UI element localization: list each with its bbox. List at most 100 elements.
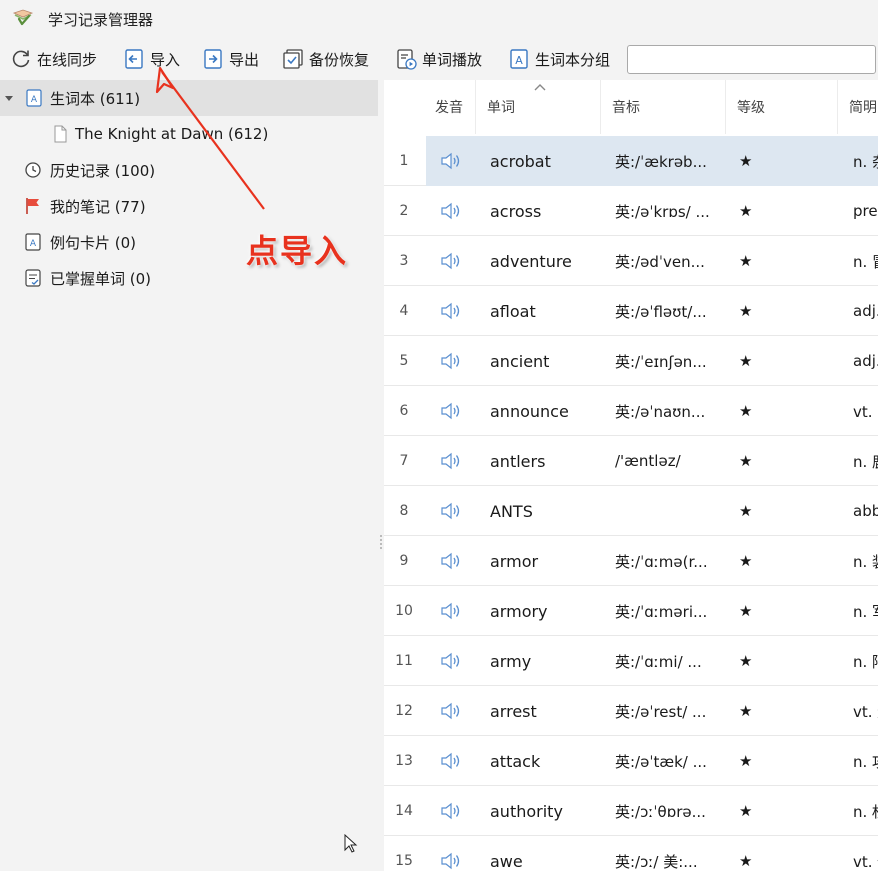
tree-item-knight-at-dawn[interactable]: The Knight at Dawn (612) [0, 116, 378, 152]
speaker-icon[interactable] [440, 551, 462, 571]
app-logo-icon [12, 9, 34, 26]
level-cell: ★ [739, 202, 753, 220]
sync-label: 在线同步 [37, 50, 98, 69]
row-number: 5 [399, 353, 409, 369]
pronounce-button[interactable] [426, 786, 476, 836]
speaker-icon[interactable] [440, 301, 462, 321]
table-row[interactable]: 11 army 英:/ˈɑːmi/ ... ★ n. 陆 [384, 636, 878, 686]
toolbar: 在线同步 导入 导出 备份恢复 单词播放 A 生词本分组 [0, 40, 878, 78]
phonetic-cell: 英:/əˈfləʊt/... [615, 302, 707, 321]
level-cell: ★ [739, 702, 753, 720]
table-row[interactable]: 12 arrest 英:/əˈrest/ ... ★ vt. 逮 [384, 686, 878, 736]
row-number: 9 [399, 553, 409, 569]
meaning-cell: adj. [853, 302, 878, 320]
pronounce-button[interactable] [426, 436, 476, 486]
expand-triangle-icon[interactable] [4, 93, 14, 103]
export-button[interactable]: 导出 [200, 44, 261, 74]
table-row[interactable]: 15 awe 英:/ɔː/ 美:... ★ vt. 使 [384, 836, 878, 871]
import-button[interactable]: 导入 [121, 44, 182, 74]
app-window: 学习记录管理器 在线同步 导入 导出 备份恢复 单词播放 A 生词本分组 A 生… [0, 0, 878, 871]
speaker-icon[interactable] [440, 751, 462, 771]
wordbook-group-button[interactable]: A 生词本分组 [506, 44, 612, 74]
sync-button[interactable]: 在线同步 [8, 44, 99, 74]
level-cell: ★ [739, 302, 753, 320]
speaker-icon[interactable] [440, 801, 462, 821]
backup-restore-button[interactable]: 备份恢复 [280, 44, 371, 74]
table-row[interactable]: 9 armor 英:/ˈɑːmə(r... ★ n. 装 [384, 536, 878, 586]
table-row[interactable]: 6 announce 英:/əˈnaʊn... ★ vt. 宣 [384, 386, 878, 436]
col-header-level[interactable]: 等级 [726, 80, 838, 134]
table-row[interactable]: 8 ANTS ★ abbr [384, 486, 878, 536]
table-header: 发音 单词 音标 等级 简明 [384, 80, 878, 134]
row-number: 12 [395, 703, 413, 719]
pronounce-button[interactable] [426, 286, 476, 336]
row-number: 7 [399, 453, 409, 469]
tree-item-label: 历史记录 (100) [50, 161, 156, 180]
speaker-icon[interactable] [440, 351, 462, 371]
meaning-cell: vt. 逮 [853, 702, 878, 721]
phonetic-cell [615, 486, 725, 536]
meaning-cell: n. 杂 [853, 152, 878, 171]
speaker-icon[interactable] [440, 151, 462, 171]
table-row[interactable]: 2 across 英:/əˈkrɒs/ ... ★ prep [384, 186, 878, 236]
annotation-label: 点导入 [246, 232, 349, 270]
speaker-icon[interactable] [440, 201, 462, 221]
level-cell: ★ [739, 752, 753, 770]
col-header-pronounce[interactable]: 发音 [426, 80, 476, 134]
pronounce-button[interactable] [426, 586, 476, 636]
pronounce-button[interactable] [426, 136, 476, 186]
tree-item-notes[interactable]: 我的笔记 (77) [0, 188, 378, 224]
phonetic-cell: 英:/ˈeɪnʃən... [615, 352, 707, 371]
speaker-icon[interactable] [440, 701, 462, 721]
speaker-icon[interactable] [440, 401, 462, 421]
group-label: 生词本分组 [535, 50, 611, 69]
col-header-meaning[interactable]: 简明 [838, 80, 878, 134]
clock-icon [25, 162, 41, 178]
tree-item-history[interactable]: 历史记录 (100) [0, 152, 378, 188]
pronounce-button[interactable] [426, 236, 476, 286]
speaker-icon[interactable] [440, 501, 462, 521]
table-row[interactable]: 7 antlers /'æntləz/ ★ n. 鹿 [384, 436, 878, 486]
meaning-cell: n. 权 [853, 802, 878, 821]
meaning-cell: n. 攻 [853, 752, 878, 771]
pronounce-button[interactable] [426, 486, 476, 536]
pronounce-button[interactable] [426, 536, 476, 586]
import-icon [125, 49, 143, 69]
search-input[interactable] [627, 45, 876, 74]
flag-icon [26, 198, 39, 214]
phonetic-cell: 英:/ˈɑːməri... [615, 602, 708, 621]
pronounce-button[interactable] [426, 186, 476, 236]
speaker-icon[interactable] [440, 651, 462, 671]
table-row[interactable]: 4 afloat 英:/əˈfləʊt/... ★ adj. [384, 286, 878, 336]
table-row[interactable]: 14 authority 英:/ɔːˈθɒrə... ★ n. 权 [384, 786, 878, 836]
speaker-icon[interactable] [440, 451, 462, 471]
speaker-icon[interactable] [440, 251, 462, 271]
col-header-phonetic[interactable]: 音标 [601, 80, 726, 134]
speaker-icon[interactable] [440, 601, 462, 621]
table-row[interactable]: 5 ancient 英:/ˈeɪnʃən... ★ adj. [384, 336, 878, 386]
meaning-cell: vt. 使 [853, 852, 878, 871]
pronounce-button[interactable] [426, 386, 476, 436]
mouse-cursor-icon [344, 834, 358, 853]
pronounce-button[interactable] [426, 836, 476, 871]
level-cell: ★ [739, 602, 753, 620]
pronounce-button[interactable] [426, 736, 476, 786]
pronounce-button[interactable] [426, 336, 476, 386]
pronounce-button[interactable] [426, 686, 476, 736]
word-cell: adventure [490, 251, 572, 271]
level-cell: ★ [739, 152, 753, 170]
word-cell: arrest [490, 701, 537, 721]
word-playback-button[interactable]: 单词播放 [393, 44, 484, 74]
title-bar: 学习记录管理器 [0, 0, 878, 38]
speaker-icon[interactable] [440, 851, 462, 871]
row-number: 13 [395, 753, 413, 769]
tree-item-wordbook[interactable]: A 生词本 (611) [0, 80, 378, 116]
splitter-handle[interactable] [380, 535, 382, 549]
phonetic-cell: /'æntləz/ [615, 452, 681, 470]
table-row[interactable]: 13 attack 英:/əˈtæk/ ... ★ n. 攻 [384, 736, 878, 786]
pronounce-button[interactable] [426, 636, 476, 686]
table-row[interactable]: 1 acrobat 英:/ˈækrəb... ★ n. 杂 [384, 136, 878, 186]
table-row[interactable]: 10 armory 英:/ˈɑːməri... ★ n. 军 [384, 586, 878, 636]
table-row[interactable]: 3 adventure 英:/ədˈven... ★ n. 冒 [384, 236, 878, 286]
row-number: 15 [395, 853, 413, 869]
